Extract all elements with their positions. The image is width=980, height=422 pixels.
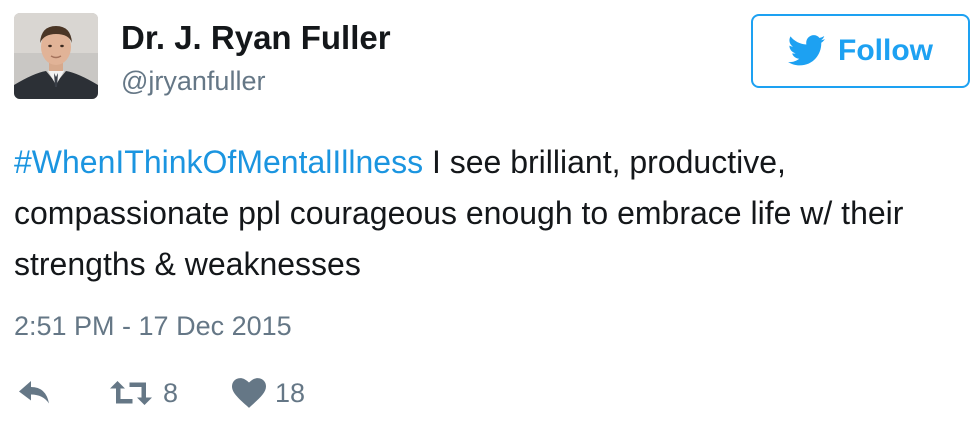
reply-icon bbox=[19, 381, 49, 404]
display-name[interactable]: Dr. J. Ryan Fuller bbox=[121, 19, 391, 57]
avatar[interactable] bbox=[14, 13, 98, 99]
user-handle[interactable]: @jryanfuller bbox=[121, 66, 265, 97]
hashtag-link[interactable]: #WhenIThinkOfMentalIllness bbox=[14, 144, 423, 180]
follow-button-label: Follow bbox=[838, 34, 933, 67]
like-button[interactable]: 18 bbox=[232, 373, 305, 413]
heart-icon bbox=[232, 378, 266, 408]
twitter-bird-icon bbox=[788, 35, 826, 66]
retweet-button[interactable]: 8 bbox=[108, 373, 178, 413]
retweet-count: 8 bbox=[163, 377, 179, 408]
follow-button[interactable]: Follow bbox=[751, 14, 970, 88]
reply-button[interactable] bbox=[16, 373, 52, 413]
tweet-timestamp[interactable]: 2:51 PM - 17 Dec 2015 bbox=[14, 311, 292, 342]
like-count: 18 bbox=[275, 377, 306, 408]
tweet-text: #WhenIThinkOfMentalIllness I see brillia… bbox=[14, 137, 969, 290]
retweet-icon bbox=[110, 381, 152, 405]
profile-photo-icon bbox=[14, 13, 98, 99]
